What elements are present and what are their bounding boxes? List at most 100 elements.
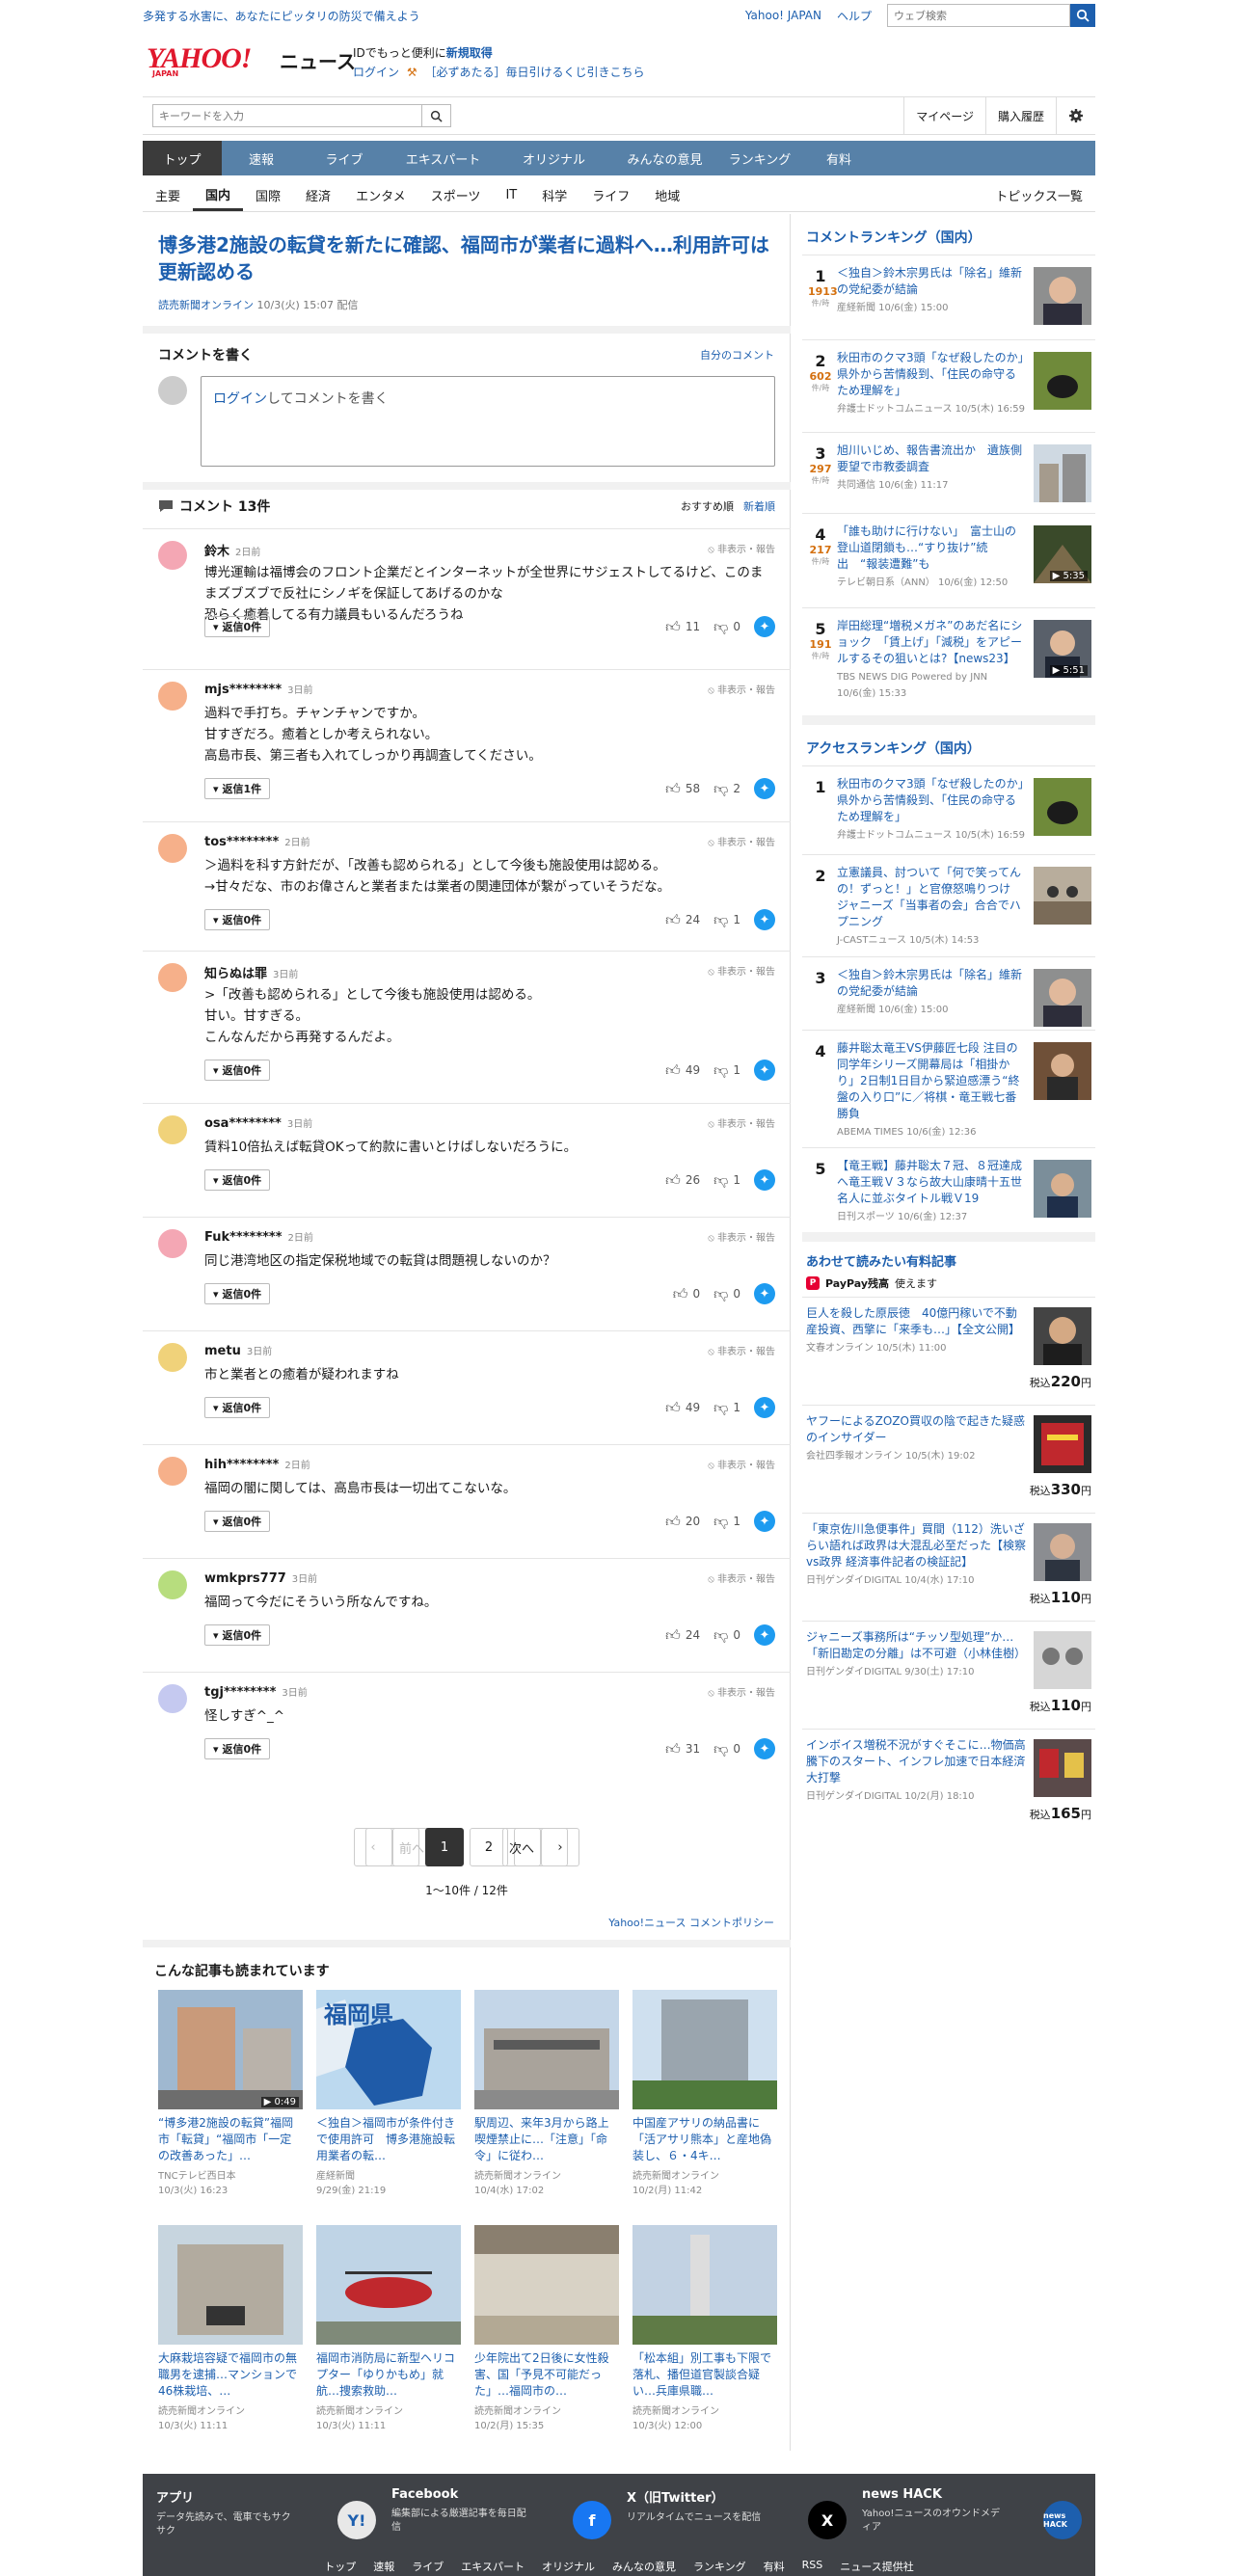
comment-input[interactable]: ログインしてコメントを書く bbox=[201, 376, 775, 467]
ranking-item[interactable]: 1 秋田市のクマ3頭「なぜ殺したのか」 県外から苦情殺到、「住民の命守るため理解を… bbox=[802, 765, 1095, 854]
ranking-title[interactable]: 岸田総理“増税メガネ”のあだ名にショック 「賃上げ」「減税」をアピールするその狙… bbox=[837, 618, 1026, 667]
ranking-text[interactable]: 秋田市のクマ3頭「なぜ殺したのか」 県外から苦情殺到、「住民の命守るため理解を」… bbox=[837, 350, 1036, 417]
footer-nav-link[interactable]: トップ bbox=[324, 2559, 356, 2574]
report-button[interactable]: ⦸ 非表示・報告 bbox=[708, 1684, 775, 1699]
ranking-item[interactable]: 1 1913 件/時 ＜独自＞鈴木宗男氏は「除名」維新の党紀委が結論 産経新聞 10/6… bbox=[802, 255, 1095, 339]
gnav-ranking[interactable]: ランキング bbox=[720, 141, 799, 175]
ranking-text[interactable]: 藤井聡太竜王VS伊藤匠七段 注目の同学年シリーズ開幕局は「相掛かり」2日制1日目… bbox=[837, 1040, 1026, 1140]
footer-nav-link[interactable]: みんなの意見 bbox=[612, 2559, 676, 2574]
related-article[interactable]: 「松本組」別工事も下限で落札、播但道官製談合疑い…兵庫県職… 読売新聞オンライン 1… bbox=[632, 2225, 777, 2437]
ranking-thumbnail[interactable] bbox=[1034, 969, 1091, 1027]
like-button[interactable]: 👍︎ 20 bbox=[665, 1513, 700, 1531]
prev-page-button[interactable]: ‹ 前へ bbox=[354, 1828, 431, 1866]
ranking-item[interactable]: 3 ＜独自＞鈴木宗男氏は「除名」維新の党紀委が結論 産経新聞 10/6(金) 15:… bbox=[802, 956, 1095, 1030]
related-title-text[interactable]: 少年院出て2日後に女性殺害、国「予見不可能だった」…福岡市の… bbox=[474, 2350, 619, 2401]
dislike-button[interactable]: 👎︎ 1 bbox=[713, 1399, 740, 1417]
promo-link[interactable]: 多発する水害に、あなたにピッタリの防災で備えよう bbox=[143, 8, 420, 24]
ranking-title[interactable]: 【竜王戦】藤井聡太７冠、８冠達成へ竜王戦Ｖ３なら故大山康晴十五世名人に並ぶタイト… bbox=[837, 1158, 1026, 1207]
gnav-flash[interactable]: 速報 bbox=[222, 141, 301, 175]
twitter-share-button[interactable]: ✦ bbox=[754, 1060, 775, 1081]
comment-policy-link[interactable]: Yahoo!ニュース コメントポリシー bbox=[608, 1915, 774, 1930]
comment-user[interactable]: 知らぬは罪 3日前 bbox=[204, 963, 298, 981]
comment-user[interactable]: Fuk******** 2日前 bbox=[204, 1229, 313, 1245]
reply-button[interactable]: ▾ 返信0件 bbox=[204, 1060, 271, 1081]
cnav-life[interactable]: ライフ bbox=[579, 179, 642, 211]
dislike-button[interactable]: 👎︎ 1 bbox=[713, 911, 740, 929]
comment-user-name[interactable]: Fuk******** bbox=[204, 1230, 283, 1245]
comment-user[interactable]: osa******** 3日前 bbox=[204, 1115, 312, 1131]
page-1[interactable]: 1 bbox=[425, 1828, 464, 1866]
report-button[interactable]: ⦸ 非表示・報告 bbox=[708, 1457, 775, 1471]
dislike-button[interactable]: 👎︎ 2 bbox=[713, 780, 740, 798]
related-title-text[interactable]: 「松本組」別工事も下限で落札、播但道官製談合疑い…兵庫県職… bbox=[632, 2350, 777, 2401]
footer-nav-link[interactable]: エキスパート bbox=[461, 2559, 525, 2574]
ranking-thumbnail[interactable] bbox=[1034, 444, 1091, 502]
cnav-main[interactable]: 主要 bbox=[143, 179, 193, 211]
paid-article-title[interactable]: 「東京佐川急便事件」買間（112）洗いざらい語れば政界は大混乱必至だった【検察v… bbox=[806, 1521, 1026, 1570]
paid-text[interactable]: ヤフーによるZOZO買収の陰で起きた疑惑のインサイダー 会社四季報オンライン 10… bbox=[806, 1413, 1026, 1464]
comment-user[interactable]: wmkprs777 3日前 bbox=[204, 1570, 317, 1586]
dislike-button[interactable]: 👎︎ 0 bbox=[713, 1740, 740, 1758]
ranking-item[interactable]: 4 藤井聡太竜王VS伊藤匠七段 注目の同学年シリーズ開幕局は「相掛かり」2日制1日… bbox=[802, 1030, 1095, 1147]
paid-text[interactable]: ジャニーズ事務所は“チッソ型処理”か…「新旧勘定の分離」は不可避（小林佳樹） 日刊… bbox=[806, 1629, 1026, 1680]
related-article[interactable]: 大麻栽培容疑で福岡市の無職男を逮捕…マンションで46株栽培、… 読売新聞オンライン… bbox=[158, 2225, 303, 2437]
gnav-expert[interactable]: エキスパート bbox=[388, 141, 498, 175]
like-button[interactable]: 👍︎ 24 bbox=[665, 1626, 700, 1645]
sort-new[interactable]: 新着順 bbox=[743, 498, 775, 514]
paid-article-title[interactable]: インボイス増税不況がすぐそこに…物価高騰下のスタート、インフレ加速で日本経済大打… bbox=[806, 1737, 1026, 1786]
paid-article-title[interactable]: ヤフーによるZOZO買収の陰で起きた疑惑のインサイダー bbox=[806, 1413, 1026, 1446]
paid-thumbnail[interactable] bbox=[1034, 1415, 1091, 1473]
dislike-button[interactable]: 👎︎ 1 bbox=[713, 1513, 740, 1531]
footer-nav-link[interactable]: 有料 bbox=[764, 2559, 785, 2574]
paid-article-title[interactable]: 巨人を殺した原辰徳 40億円稼いで不動産投資、西擎に「来季も…」【全文公開】 bbox=[806, 1305, 1026, 1338]
like-button[interactable]: 👍︎ 0 bbox=[673, 1285, 700, 1303]
ranking-text[interactable]: ＜独自＞鈴木宗男氏は「除名」維新の党紀委が結論 産経新聞 10/6(金) 15:0… bbox=[837, 967, 1026, 1018]
comment-user[interactable]: tgj******** 3日前 bbox=[204, 1684, 308, 1700]
reply-button[interactable]: ▾ 返信0件 bbox=[204, 1283, 271, 1304]
related-thumbnail[interactable]: 福岡県 bbox=[316, 1990, 461, 2109]
footer-card-yahoo[interactable]: アプリ データ先読みで、電車でもサクサク Y! bbox=[156, 2487, 382, 2553]
comment-user[interactable]: metu 3日前 bbox=[204, 1343, 272, 1358]
dislike-button[interactable]: 👎︎ 0 bbox=[713, 1285, 740, 1303]
footer-nav-link[interactable]: オリジナル bbox=[542, 2559, 595, 2574]
paid-thumbnail[interactable] bbox=[1034, 1739, 1091, 1797]
ranking-thumbnail[interactable]: ▶ 5:35 bbox=[1034, 525, 1091, 583]
report-button[interactable]: ⦸ 非表示・報告 bbox=[708, 1343, 775, 1357]
twitter-share-button[interactable]: ✦ bbox=[754, 1624, 775, 1646]
related-title-text[interactable]: “博多港2施設の転貸”福岡市「転貸」“福岡市「一定の改善あった」… bbox=[158, 2115, 303, 2165]
comment-user-name[interactable]: metu bbox=[204, 1344, 241, 1358]
footer-nav-link[interactable]: ランキング bbox=[693, 2559, 746, 2574]
ranking-title[interactable]: 藤井聡太竜王VS伊藤匠七段 注目の同学年シリーズ開幕局は「相掛かり」2日制1日目… bbox=[837, 1040, 1026, 1122]
purchase-history-link[interactable]: 購入履歴 bbox=[984, 97, 1056, 134]
gnav-live[interactable]: ライブ bbox=[301, 141, 388, 175]
ranking-text[interactable]: 秋田市のクマ3頭「なぜ殺したのか」 県外から苦情殺到、「住民の命守るため理解を」… bbox=[837, 776, 1036, 844]
gnav-opinion[interactable]: みんなの意見 bbox=[609, 141, 720, 175]
keyword-search-input[interactable] bbox=[152, 104, 422, 127]
ranking-thumbnail[interactable]: ▶ 5:51 bbox=[1034, 620, 1091, 678]
footer-card-title[interactable]: Facebook bbox=[391, 2487, 617, 2502]
keyword-search-button[interactable] bbox=[422, 104, 451, 127]
paid-article[interactable]: インボイス増税不況がすぐそこに…物価高騰下のスタート、インフレ加速で日本経済大打… bbox=[802, 1729, 1095, 1837]
cnav-science[interactable]: 科学 bbox=[529, 179, 579, 211]
related-thumbnail[interactable] bbox=[632, 1990, 777, 2109]
sort-recommended[interactable]: おすすめ順 bbox=[681, 498, 734, 514]
ranking-text[interactable]: 岸田総理“増税メガネ”のあだ名にショック 「賃上げ」「減税」をアピールするその狙… bbox=[837, 618, 1026, 702]
ranking-text[interactable]: 立憲議員、討ついて「何で笑ってんの！ずっと！」と官僚怒鳴りつけ ジャニーズ「当事… bbox=[837, 865, 1026, 949]
like-button[interactable]: 👍︎ 11 bbox=[665, 618, 700, 636]
related-article[interactable]: ▶ 0:49 “博多港2施設の転貸”福岡市「転貸」“福岡市「一定の改善あった」… T… bbox=[158, 1990, 303, 2202]
article-source[interactable]: 読売新聞オンライン bbox=[158, 299, 254, 311]
comment-user[interactable]: 鈴木 2日前 bbox=[204, 541, 260, 559]
web-search-button[interactable] bbox=[1070, 4, 1095, 27]
comment-user-name[interactable]: 鈴木 bbox=[204, 545, 229, 559]
ranking-title[interactable]: 立憲議員、討ついて「何で笑ってんの！ずっと！」と官僚怒鳴りつけ ジャニーズ「当事… bbox=[837, 865, 1026, 930]
like-button[interactable]: 👍︎ 49 bbox=[665, 1399, 700, 1417]
footer-card-title[interactable]: news HACK bbox=[862, 2487, 1088, 2502]
twitter-share-button[interactable]: ✦ bbox=[754, 778, 775, 799]
related-thumbnail[interactable] bbox=[632, 2225, 777, 2345]
related-title-text[interactable]: 福岡市消防局に新型ヘリコプター「ゆりかもめ」就航…捜索救助… bbox=[316, 2350, 461, 2401]
like-button[interactable]: 👍︎ 26 bbox=[665, 1171, 700, 1190]
cnav-it[interactable]: IT bbox=[493, 179, 529, 211]
ranking-thumbnail[interactable] bbox=[1034, 867, 1091, 925]
like-button[interactable]: 👍︎ 31 bbox=[665, 1740, 700, 1758]
lottery-link[interactable]: ［必ずあたる］毎日引けるくじ引きこちら bbox=[424, 66, 644, 79]
